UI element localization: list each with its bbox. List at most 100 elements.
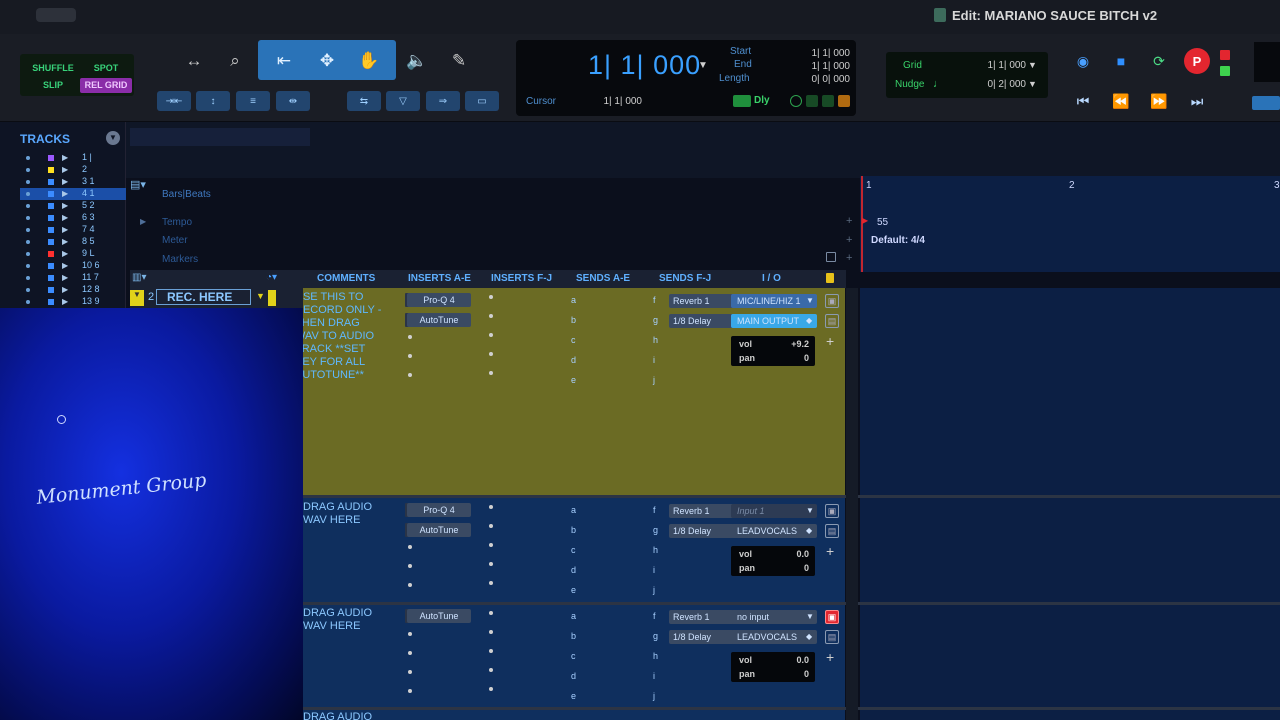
send-slot-j[interactable]: j (653, 585, 655, 595)
countoff-icon[interactable] (806, 95, 818, 107)
send-slot-i[interactable]: i (653, 671, 655, 681)
empty-insert-slot[interactable] (408, 632, 412, 636)
send-slot-d[interactable]: d (571, 671, 576, 681)
counter-dropdown-icon[interactable]: ▼ (698, 60, 708, 71)
slip-mode-button[interactable]: SLIP (26, 78, 80, 93)
marker-button-icon[interactable] (826, 252, 836, 262)
end-value[interactable]: 1| 1| 000 (790, 61, 850, 72)
send-slot-d[interactable]: d (571, 355, 576, 365)
send-slot-i[interactable]: i (653, 355, 655, 365)
send-f-slot[interactable]: Reverb 1 (669, 610, 734, 624)
online-icon[interactable]: ◉ (1068, 48, 1098, 74)
length-value[interactable]: 0| 0| 000 (790, 74, 850, 85)
meter-ruler-label[interactable]: Meter (162, 235, 188, 246)
input-dropdown-icon[interactable]: ▼ (806, 612, 814, 621)
bars-beats-ruler-label[interactable]: Bars|Beats (162, 189, 211, 200)
nudge-dropdown-icon[interactable]: ▼ (1028, 79, 1037, 89)
track-visible-dot[interactable] (26, 300, 30, 304)
zoomer-tool-icon[interactable]: ⌕ (217, 45, 253, 77)
track-visible-dot[interactable] (26, 192, 30, 196)
meter-icon[interactable] (838, 95, 850, 107)
tempo-expand-icon[interactable]: ▶ (140, 217, 146, 226)
send-slot-c[interactable]: c (571, 651, 576, 661)
track-list-item[interactable]: ▶ 3 1 (20, 176, 126, 188)
track-comment[interactable]: DRAG AUDIO WAV HERE (303, 501, 398, 527)
insert-slot[interactable]: AutoTune (407, 313, 471, 327)
send-slot-d[interactable]: d (571, 565, 576, 575)
track-list-item[interactable]: ▶ 7 4 (20, 224, 126, 236)
insert-slot[interactable]: AutoTune (407, 523, 471, 537)
input-monitor-button[interactable]: ▣ (825, 504, 839, 518)
fit-zoom-icon[interactable]: ⇹ (276, 91, 310, 111)
pencil-tool-icon[interactable]: ✎ (441, 45, 477, 77)
pan-value[interactable]: 0 (804, 353, 809, 363)
send-slot-a[interactable]: a (571, 611, 576, 621)
tracks-menu-icon[interactable]: ▼ (106, 131, 120, 145)
track-list-item[interactable]: ▶ 2 (20, 164, 126, 176)
track-visible-dot[interactable] (26, 264, 30, 268)
return-to-zero-icon[interactable]: ⏮ (1068, 88, 1098, 114)
grid-value[interactable]: 1| 1| 000 (960, 60, 1026, 71)
send-slot-b[interactable]: b (571, 631, 576, 641)
trim-tool-icon[interactable]: ⇤ (266, 45, 302, 77)
pan-value[interactable]: 0 (804, 563, 809, 573)
track-visible-dot[interactable] (26, 252, 30, 256)
add-meter-icon[interactable]: + (846, 234, 852, 246)
input-selector[interactable]: MIC/LINE/HIZ 1 (731, 294, 817, 308)
send-slot-a[interactable]: a (571, 295, 576, 305)
track-record-indicator[interactable] (268, 290, 276, 306)
send-slot-g[interactable]: g (653, 315, 658, 325)
output-dropdown-icon[interactable]: ◆ (806, 526, 812, 535)
input-monitor-button[interactable]: ▣ (825, 294, 839, 308)
input-monitor-button[interactable]: ▣ (825, 610, 839, 624)
track-visible-dot[interactable] (26, 168, 30, 172)
send-slot-b[interactable]: b (571, 525, 576, 535)
clock-icon[interactable]: ◔▾ (266, 272, 277, 283)
track-comment[interactable]: USE THIS TO RECORD ONLY - THEN DRAG WAV … (303, 291, 390, 382)
empty-insert-slot[interactable] (489, 668, 493, 672)
mix-scrollbar[interactable] (846, 288, 858, 720)
track-list-item[interactable]: ▶ 6 3 (20, 212, 126, 224)
empty-insert-slot[interactable] (408, 583, 412, 587)
go-to-end-icon[interactable]: ⏭ (1182, 88, 1212, 114)
empty-insert-slot[interactable] (489, 333, 493, 337)
volume-value[interactable]: 0.0 (796, 655, 809, 665)
vertical-zoom-icon[interactable]: ↕ (196, 91, 230, 111)
send-slot-g[interactable]: g (653, 525, 658, 535)
output-window-button[interactable]: ▤ (825, 524, 839, 538)
send-slot-i[interactable]: i (653, 565, 655, 575)
empty-insert-slot[interactable] (408, 354, 412, 358)
zoom-toggle-icon[interactable]: ↔ (176, 45, 212, 77)
track-visible-dot[interactable] (26, 204, 30, 208)
selector-tool-icon[interactable]: ✥ (309, 45, 345, 77)
empty-insert-slot[interactable] (408, 670, 412, 674)
track-name-dropdown-icon[interactable]: ▼ (256, 291, 265, 301)
output-dropdown-icon[interactable]: ◆ (806, 632, 812, 641)
track-visible-dot[interactable] (26, 180, 30, 184)
send-f-slot[interactable]: Reverb 1 (669, 294, 734, 308)
empty-insert-slot[interactable] (489, 314, 493, 318)
track-list-item[interactable]: ▶ 9 L (20, 248, 126, 260)
send-slot-h[interactable]: h (653, 545, 658, 555)
start-value[interactable]: 1| 1| 000 (790, 48, 850, 59)
send-slot-f[interactable]: f (653, 295, 656, 305)
tab-to-transient-icon[interactable]: ▽ (386, 91, 420, 111)
link-timeline-icon[interactable]: ⇆ (347, 91, 381, 111)
send-slot-g[interactable]: g (653, 631, 658, 641)
track-list-item[interactable]: ▶ 5 2 (20, 200, 126, 212)
send-slot-e[interactable]: e (571, 375, 576, 385)
rec-track-name[interactable]: REC. HERE (156, 289, 251, 305)
output-selector[interactable]: MAIN OUTPUT (731, 314, 817, 328)
insert-slot[interactable]: AutoTune (407, 609, 471, 623)
send-slot-c[interactable]: c (571, 335, 576, 345)
send-g-slot[interactable]: 1/8 Delay (669, 630, 734, 644)
track-list-item[interactable]: ▶ 11 7 (20, 272, 126, 284)
track-list-item[interactable]: ▶ 12 8 (20, 284, 126, 296)
track-list-item[interactable]: ▶ 8 5 (20, 236, 126, 248)
track-list-item[interactable]: ▶ 4 1 (20, 188, 126, 200)
track-comment[interactable]: DRAG AUDIO WAV HERE (303, 607, 398, 633)
output-selector[interactable]: LEADVOCALS (731, 630, 817, 644)
keyboard-focus-icon[interactable]: ▭ (465, 91, 499, 111)
empty-insert-slot[interactable] (489, 371, 493, 375)
empty-insert-slot[interactable] (489, 524, 493, 528)
